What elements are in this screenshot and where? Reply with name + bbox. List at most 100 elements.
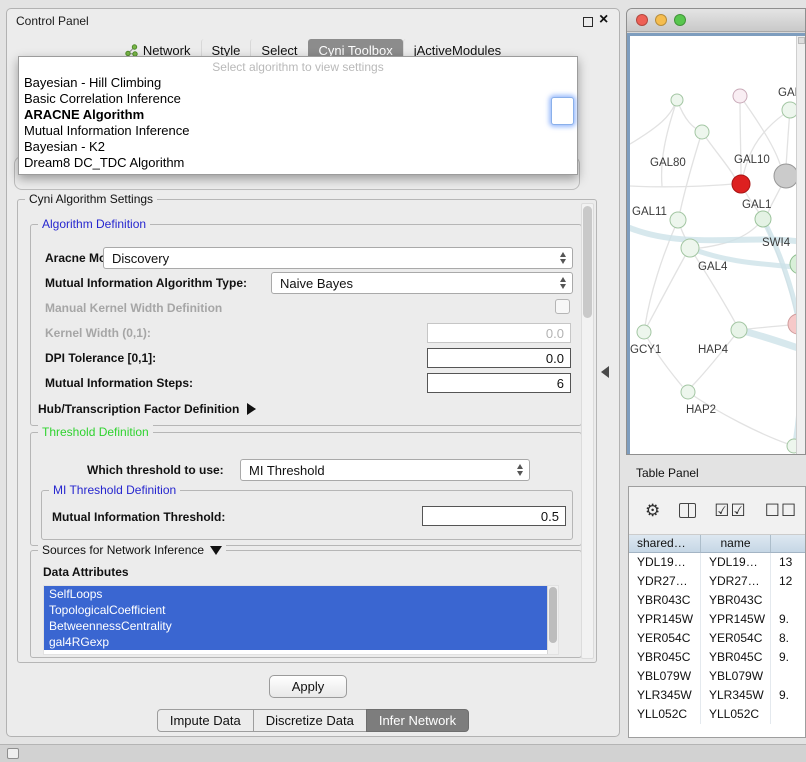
attribute-item-gal4rgexp[interactable]: gal4RGexp	[44, 634, 558, 650]
network-edge[interactable]	[692, 330, 739, 386]
attribute-list-scrollbar[interactable]	[547, 586, 558, 654]
network-window-titlebar[interactable]	[627, 9, 805, 32]
network-edge[interactable]	[644, 256, 685, 332]
table-cell: YPR145W	[629, 610, 701, 629]
network-node[interactable]	[637, 325, 651, 339]
panel-restore-icon[interactable]	[7, 748, 19, 759]
network-node[interactable]	[732, 175, 750, 193]
table-row[interactable]: YBL079WYBL079W	[629, 667, 805, 686]
network-node[interactable]	[695, 125, 709, 139]
minimize-traffic-light[interactable]	[655, 14, 667, 26]
table-row[interactable]: YLR345WYLR345W9.	[629, 686, 805, 705]
hub-transcription-factor-expander[interactable]: Hub/Transcription Factor Definition	[38, 402, 256, 416]
network-node[interactable]	[681, 239, 699, 257]
algorithm-option-dream8-dc-tdc-algorithm[interactable]: Dream8 DC_TDC Algorithm	[19, 155, 577, 171]
status-strip	[0, 744, 806, 762]
tab-impute-data[interactable]: Impute Data	[157, 709, 254, 732]
network-node[interactable]	[731, 322, 747, 338]
network-edge[interactable]	[680, 132, 702, 212]
table-cell: 12	[771, 572, 805, 591]
columns-icon[interactable]	[679, 503, 696, 518]
algorithm-option-bayesian-k2[interactable]: Bayesian - K2	[19, 139, 577, 155]
attribute-item-topologicalcoefficient[interactable]: TopologicalCoefficient	[44, 602, 558, 618]
apply-button[interactable]: Apply	[269, 675, 347, 698]
close-icon[interactable]: ×	[599, 11, 608, 29]
bottom-tab-bar: Impute DataDiscretize DataInfer Network	[7, 709, 619, 732]
table-row[interactable]: YBR043CYBR043C	[629, 591, 805, 610]
node-label-gal10: GAL10	[734, 154, 770, 166]
panel-collapse-arrow-icon[interactable]	[601, 366, 609, 378]
network-edge[interactable]	[702, 132, 735, 178]
aracne-mode-value: Discovery	[112, 251, 169, 266]
table-cell: YER054C	[701, 629, 771, 648]
attribute-item-selfloops[interactable]: SelfLoops	[44, 586, 558, 602]
network-node[interactable]	[755, 211, 771, 227]
algorithm-option-mutual-information-inference[interactable]: Mutual Information Inference	[19, 123, 577, 139]
table-row[interactable]: YDR27…YDR27…12	[629, 572, 805, 591]
column-header-name[interactable]: name	[701, 535, 771, 552]
network-edge[interactable]	[644, 332, 682, 386]
network-canvas[interactable]: GALGAL80GAL10GAL11GAL1SWI4GAL4GCY1HAP4HA…	[630, 36, 805, 454]
table-row[interactable]: YLL052CYLL052C	[629, 705, 805, 724]
network-graph: GALGAL80GAL10GAL11GAL1SWI4GAL4GCY1HAP4HA…	[630, 36, 804, 454]
table-cell: YDL19…	[629, 553, 701, 572]
select-all-icon[interactable]: ☑☑	[714, 502, 746, 519]
settings-scrollbar[interactable]	[581, 203, 594, 659]
aracne-mode-select[interactable]: Discovery	[103, 247, 573, 269]
kernel-width-label: Kernel Width (0,1):	[45, 326, 151, 340]
float-window-icon[interactable]	[583, 17, 593, 27]
control-panel-titlebar: Control Panel ×	[7, 9, 619, 33]
which-threshold-select[interactable]: MI Threshold	[240, 459, 530, 481]
scrollbar-thumb[interactable]	[549, 587, 557, 643]
popup-placeholder: Select algorithm to view settings	[19, 58, 577, 75]
cyni-algorithm-settings-group: Cyni Algorithm Settings Algorithm Defini…	[17, 199, 597, 663]
mi-steps-field[interactable]: 6	[427, 373, 571, 393]
network-edge[interactable]	[630, 104, 675, 144]
mi-steps-label: Mutual Information Steps:	[45, 376, 193, 390]
network-node[interactable]	[733, 89, 747, 103]
scrollbar-button[interactable]	[798, 37, 805, 44]
node-label-gal80: GAL80	[650, 157, 686, 169]
dpi-tolerance-field[interactable]: 0.0	[427, 348, 571, 368]
mi-threshold-definition-group: MI Threshold Definition Mutual Informati…	[41, 490, 573, 540]
network-node[interactable]	[671, 94, 683, 106]
network-node[interactable]	[670, 212, 686, 228]
table-row[interactable]: YER054CYER054C8.	[629, 629, 805, 648]
focused-field-fragment[interactable]	[551, 97, 574, 125]
threshold-definition-title: Threshold Definition	[38, 425, 153, 439]
network-edge[interactable]	[688, 392, 788, 444]
table-cell: YBL079W	[701, 667, 771, 686]
network-edge[interactable]	[630, 184, 733, 187]
network-node[interactable]	[681, 385, 695, 399]
table-row[interactable]: YBR045CYBR045C9.	[629, 648, 805, 667]
table-cell: YLR345W	[629, 686, 701, 705]
algorithm-definition-group: Algorithm Definition Aracne Mode: Discov…	[30, 224, 582, 426]
network-scrollbar[interactable]	[796, 36, 805, 454]
manual-kernel-width-checkbox[interactable]	[555, 299, 570, 314]
table-toolbar: ⚙ ☑☑ ☐☐	[629, 487, 805, 535]
algorithm-option-aracne-algorithm[interactable]: ARACNE Algorithm	[19, 107, 577, 123]
mi-threshold-field[interactable]: 0.5	[422, 506, 566, 526]
tab-infer-network[interactable]: Infer Network	[366, 709, 469, 732]
deselect-all-icon[interactable]: ☐☐	[765, 502, 797, 519]
algorithm-option-bayesian-hill-climbing[interactable]: Bayesian - Hill Climbing	[19, 75, 577, 91]
gear-icon[interactable]: ⚙	[645, 502, 661, 519]
attribute-item-betweennesscentrality[interactable]: BetweennessCentrality	[44, 618, 558, 634]
close-traffic-light[interactable]	[636, 14, 648, 26]
network-node[interactable]	[774, 164, 798, 188]
table-row[interactable]: YDL19…YDL19…13	[629, 553, 805, 572]
kernel-width-field[interactable]: 0.0	[427, 323, 571, 343]
table-cell: 9.	[771, 686, 805, 705]
network-edge[interactable]	[700, 219, 763, 248]
expand-right-icon	[247, 403, 256, 415]
algorithm-option-basic-correlation-inference[interactable]: Basic Correlation Inference	[19, 91, 577, 107]
sources-title-expander[interactable]: Sources for Network Inference	[38, 543, 226, 557]
zoom-traffic-light[interactable]	[674, 14, 686, 26]
tab-discretize-data[interactable]: Discretize Data	[253, 709, 367, 732]
column-header-shared-[interactable]: shared…	[629, 535, 701, 552]
table-row[interactable]: YPR145WYPR145W9.	[629, 610, 805, 629]
combo-arrows-icon	[560, 277, 566, 289]
scrollbar-thumb[interactable]	[583, 206, 592, 318]
column-header-2[interactable]	[771, 535, 805, 552]
mi-algorithm-type-select[interactable]: Naive Bayes	[271, 272, 573, 294]
